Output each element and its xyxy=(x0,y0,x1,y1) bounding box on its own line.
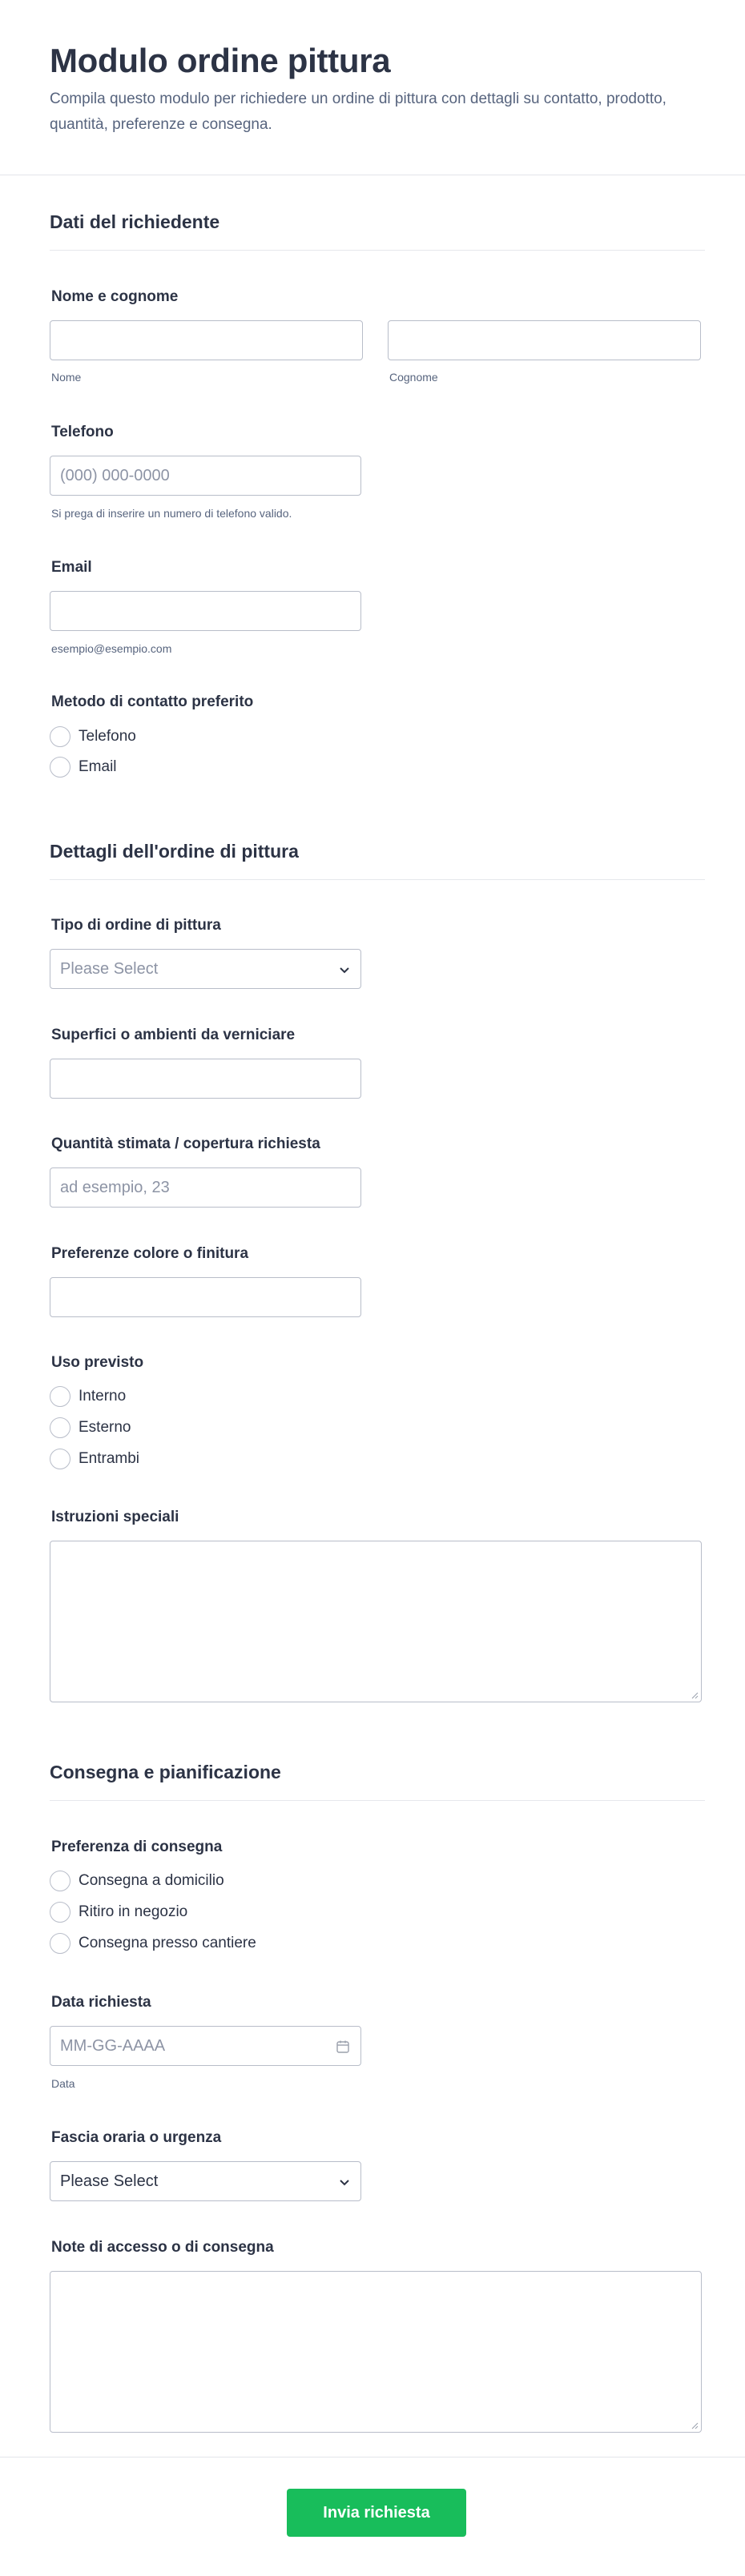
page-title: Modulo ordine pittura xyxy=(50,42,391,79)
chevron-down-icon xyxy=(340,967,349,974)
date-input[interactable]: MM-GG-AAAA xyxy=(50,2026,361,2066)
notes-label: Note di accesso o di consegna xyxy=(51,2239,274,2256)
section-divider xyxy=(50,879,705,880)
order-type-label: Tipo di ordine di pittura xyxy=(51,917,221,934)
radio-button[interactable] xyxy=(50,1386,70,1407)
section-title-requester: Dati del richiedente xyxy=(50,211,220,232)
chevron-down-icon xyxy=(340,2180,349,2186)
phone-placeholder: (000) 000-0000 xyxy=(60,466,170,484)
radio-button[interactable] xyxy=(50,1902,70,1923)
slot-select[interactable]: Please Select xyxy=(50,2161,361,2201)
contact-method-label: Metodo di contatto preferito xyxy=(51,693,254,710)
radio-label: Esterno xyxy=(79,1419,131,1436)
color-label: Preferenze colore o finitura xyxy=(51,1245,249,1262)
delivery-label: Preferenza di consegna xyxy=(51,1839,223,1855)
order-type-select[interactable]: Please Select xyxy=(50,949,361,989)
email-label: Email xyxy=(51,559,92,576)
date-placeholder: MM-GG-AAAA xyxy=(60,2036,166,2055)
surfaces-label: Superfici o ambienti da verniciare xyxy=(51,1027,296,1043)
phone-input[interactable]: (000) 000-0000 xyxy=(50,456,361,496)
quantity-placeholder: ad esempio, 23 xyxy=(60,1178,170,1196)
section-divider xyxy=(50,250,705,251)
quantity-label: Quantità stimata / copertura richiesta xyxy=(51,1135,320,1152)
surfaces-input[interactable] xyxy=(50,1059,361,1099)
form-header: Modulo ordine pittura Compila questo mod… xyxy=(0,0,745,175)
use-label: Uso previsto xyxy=(51,1354,144,1371)
radio-label: Ritiro in negozio xyxy=(79,1903,188,1920)
calendar-icon[interactable] xyxy=(335,2039,351,2055)
last-name-sublabel: Cognome xyxy=(389,371,438,384)
radio-option-site-delivery[interactable]: Consegna presso cantiere xyxy=(50,1932,256,1955)
radio-label: Interno xyxy=(79,1388,127,1405)
radio-option-phone[interactable]: Telefono xyxy=(50,725,136,748)
section-title-order-details: Dettagli dell'ordine di pittura xyxy=(50,841,299,862)
slot-label: Fascia oraria o urgenza xyxy=(51,2129,222,2146)
slot-value: Please Select xyxy=(60,2172,159,2190)
phone-label: Telefono xyxy=(51,424,114,440)
resize-grip-icon[interactable] xyxy=(691,1691,699,1699)
order-type-value: Please Select xyxy=(60,959,159,978)
date-sublabel: Data xyxy=(51,2077,75,2090)
radio-button[interactable] xyxy=(50,1449,70,1469)
radio-label: Consegna a domicilio xyxy=(79,1872,224,1889)
radio-label: Entrambi xyxy=(79,1450,140,1467)
radio-button[interactable] xyxy=(50,1871,70,1891)
section-divider xyxy=(50,1800,705,1801)
radio-option-store-pickup[interactable]: Ritiro in negozio xyxy=(50,1901,187,1923)
email-hint: esempio@esempio.com xyxy=(51,642,172,655)
instructions-textarea[interactable] xyxy=(50,1541,702,1702)
radio-option-home-delivery[interactable]: Consegna a domicilio xyxy=(50,1870,224,1892)
color-input[interactable] xyxy=(50,1277,361,1317)
radio-option-exterior[interactable]: Esterno xyxy=(50,1417,131,1439)
radio-option-both[interactable]: Entrambi xyxy=(50,1448,139,1470)
resize-grip-icon[interactable] xyxy=(691,2421,699,2429)
radio-label: Telefono xyxy=(79,728,136,745)
submit-button[interactable]: Invia richiesta xyxy=(287,2489,466,2537)
phone-hint: Si prega di inserire un numero di telefo… xyxy=(51,507,292,520)
radio-button[interactable] xyxy=(50,1417,70,1438)
page-subtitle: Compila questo modulo per richiedere un … xyxy=(50,90,666,133)
radio-button[interactable] xyxy=(50,757,70,778)
notes-textarea[interactable] xyxy=(50,2271,702,2433)
email-input[interactable] xyxy=(50,591,361,631)
quantity-input[interactable]: ad esempio, 23 xyxy=(50,1167,361,1208)
full-name-label: Nome e cognome xyxy=(51,288,179,305)
date-label: Data richiesta xyxy=(51,1994,151,2011)
radio-label: Email xyxy=(79,758,117,775)
instructions-label: Istruzioni speciali xyxy=(51,1509,179,1525)
radio-button[interactable] xyxy=(50,726,70,747)
first-name-input[interactable] xyxy=(50,320,363,360)
section-title-delivery: Consegna e pianificazione xyxy=(50,1762,281,1782)
first-name-sublabel: Nome xyxy=(51,371,82,384)
radio-button[interactable] xyxy=(50,1933,70,1954)
radio-option-interior[interactable]: Interno xyxy=(50,1385,126,1408)
last-name-input[interactable] xyxy=(388,320,701,360)
radio-label: Consegna presso cantiere xyxy=(79,1935,256,1951)
radio-option-email[interactable]: Email xyxy=(50,756,117,778)
